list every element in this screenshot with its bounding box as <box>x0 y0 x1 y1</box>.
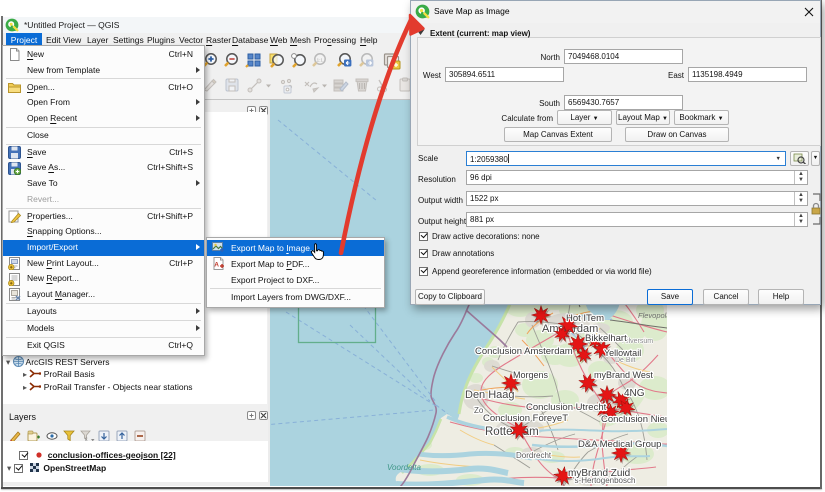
svg-text:Dordrecht: Dordrecht <box>516 451 552 460</box>
svg-text:Conclusion ForeyeT: Conclusion ForeyeT <box>483 413 568 424</box>
svg-text:1:1: 1:1 <box>317 58 324 63</box>
svg-text:Bikkelhart: Bikkelhart <box>585 333 627 344</box>
svg-text:Hot ITem: Hot ITem <box>566 313 604 324</box>
svg-text:Conclusion Amsterdam: Conclusion Amsterdam <box>475 346 573 357</box>
svg-text:Flevopola: Flevopola <box>638 311 667 320</box>
svg-text:A: A <box>214 261 219 268</box>
svg-text:Den Haag: Den Haag <box>465 389 515 401</box>
svg-text:Voordelta: Voordelta <box>387 463 422 472</box>
svg-text:De Bilt: De Bilt <box>615 357 636 364</box>
svg-text:Morgens: Morgens <box>513 370 549 380</box>
svg-text:myBrand Zuid: myBrand Zuid <box>568 468 630 479</box>
svg-text:myBrand West: myBrand West <box>594 370 653 380</box>
svg-text:Conclusion Utrecht: Conclusion Utrecht <box>526 402 607 413</box>
svg-text:D&A Medical Group: D&A Medical Group <box>578 439 661 450</box>
svg-text:4NG: 4NG <box>624 388 645 399</box>
svg-text:Conclusion Nieu: Conclusion Nieu <box>601 414 667 425</box>
svg-text:Yellowtail: Yellowtail <box>604 348 641 358</box>
